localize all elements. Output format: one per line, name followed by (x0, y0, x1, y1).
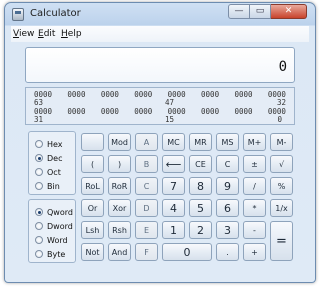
bit-position-label: 15 (165, 115, 175, 124)
digit-1-button[interactable]: 1 (162, 221, 185, 239)
bit-position-label: 0 (277, 115, 282, 124)
digit-8-button[interactable]: 8 (189, 177, 212, 195)
window-controls: — ▭ ✕ (228, 4, 307, 19)
divide-button[interactable]: / (243, 177, 266, 195)
bit-position-label: 63 (34, 98, 44, 107)
mod-button[interactable]: Mod (108, 133, 131, 151)
digit-7-button[interactable]: 7 (162, 177, 185, 195)
result-display: 0 (25, 47, 295, 83)
word-size-group: Qword Dword Word Byte (28, 199, 76, 263)
maximize-button[interactable]: ▭ (250, 4, 271, 19)
right-shift-button[interactable]: Rsh (108, 221, 131, 239)
bit-position-label: 47 (165, 98, 175, 107)
memory-subtract-button[interactable]: M- (270, 133, 293, 151)
radio-dword[interactable]: Dword (35, 221, 73, 231)
radio-button-selected[interactable] (35, 208, 43, 216)
radio-oct[interactable]: Oct (35, 167, 61, 177)
bit-position-label: 32 (276, 98, 286, 107)
percent-button[interactable]: % (270, 177, 293, 195)
memory-clear-button[interactable]: MC (162, 133, 185, 151)
radio-button[interactable] (35, 236, 43, 244)
backspace-button[interactable]: ⟵ (162, 155, 185, 173)
hex-e-button[interactable]: E (135, 221, 158, 239)
clear-entry-button[interactable]: CE (189, 155, 212, 173)
blank-key[interactable] (81, 133, 104, 151)
multiply-button[interactable]: * (243, 199, 266, 217)
hex-a-button[interactable]: A (135, 133, 158, 151)
radio-button-selected[interactable] (35, 154, 43, 162)
xor-button[interactable]: Xor (108, 199, 131, 217)
square-root-button[interactable]: √ (270, 155, 293, 173)
radio-qword[interactable]: Qword (35, 207, 73, 217)
radio-button[interactable] (35, 140, 43, 148)
radio-button[interactable] (35, 250, 43, 258)
menu-edit[interactable]: Edit (38, 29, 55, 39)
radio-byte[interactable]: Byte (35, 249, 65, 259)
radix-group: Hex Dec Oct Bin (28, 131, 76, 195)
subtract-button[interactable]: - (243, 221, 266, 239)
digit-2-button[interactable]: 2 (189, 221, 212, 239)
decimal-point-button[interactable]: . (216, 243, 239, 261)
left-shift-button[interactable]: Lsh (81, 221, 104, 239)
hex-d-button[interactable]: D (135, 199, 158, 217)
close-paren-button[interactable]: ) (108, 155, 131, 173)
menu-view[interactable]: View (13, 29, 34, 39)
display-value: 0 (278, 59, 287, 75)
radio-button[interactable] (35, 168, 43, 176)
hex-c-button[interactable]: C (135, 177, 158, 195)
digit-4-button[interactable]: 4 (162, 199, 185, 217)
negate-button[interactable]: ± (243, 155, 266, 173)
calculator-app-icon (12, 8, 24, 21)
equals-button[interactable]: = (270, 221, 293, 261)
or-button[interactable]: Or (81, 199, 104, 217)
menu-help[interactable]: Help (61, 29, 82, 39)
radio-button[interactable] (35, 222, 43, 230)
bit-positions-low: 31 15 0 (34, 115, 286, 124)
open-paren-button[interactable]: ( (81, 155, 104, 173)
radio-bin[interactable]: Bin (35, 181, 60, 191)
memory-recall-button[interactable]: MR (189, 133, 212, 151)
digit-6-button[interactable]: 6 (216, 199, 239, 217)
rotate-right-button[interactable]: RoR (108, 177, 131, 195)
not-button[interactable]: Not (81, 243, 104, 261)
clear-button[interactable]: C (216, 155, 239, 173)
rotate-left-button[interactable]: RoL (81, 177, 104, 195)
minimize-button[interactable]: — (228, 4, 250, 19)
radio-dec[interactable]: Dec (35, 153, 62, 163)
close-button[interactable]: ✕ (271, 4, 307, 19)
memory-store-button[interactable]: MS (216, 133, 239, 151)
binary-bit-panel: 0000 0000 0000 0000 0000 0000 0000 0000 … (25, 87, 295, 125)
bit-position-label: 31 (34, 115, 44, 124)
hex-f-button[interactable]: F (135, 243, 158, 261)
hex-b-button[interactable]: B (135, 155, 158, 173)
digit-0-button[interactable]: 0 (162, 243, 212, 261)
radio-word[interactable]: Word (35, 235, 68, 245)
memory-add-button[interactable]: M+ (243, 133, 266, 151)
menu-bar: View Edit Help (11, 26, 309, 42)
and-button[interactable]: And (108, 243, 131, 261)
radio-hex[interactable]: Hex (35, 139, 63, 149)
digit-3-button[interactable]: 3 (216, 221, 239, 239)
bit-positions-high: 63 47 32 (34, 98, 286, 107)
window-title: Calculator (30, 8, 81, 19)
title-bar[interactable]: Calculator — ▭ ✕ (5, 3, 315, 25)
reciprocal-button[interactable]: 1/x (270, 199, 293, 217)
add-button[interactable]: + (243, 243, 266, 261)
radio-button[interactable] (35, 182, 43, 190)
digit-5-button[interactable]: 5 (189, 199, 212, 217)
digit-9-button[interactable]: 9 (216, 177, 239, 195)
